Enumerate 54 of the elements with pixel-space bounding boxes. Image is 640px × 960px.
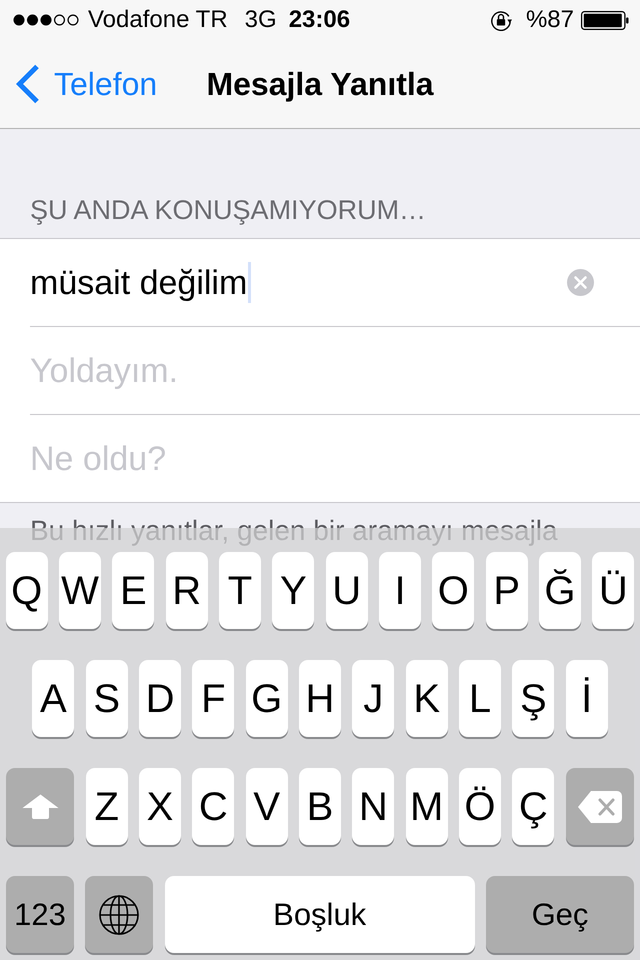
letter-key[interactable]: L	[458, 660, 501, 737]
letter-key[interactable]: Ç	[512, 768, 554, 845]
carrier-name: Vodafone TR	[88, 6, 228, 34]
letter-key[interactable]: V	[246, 768, 288, 845]
letter-key[interactable]: Ü	[592, 552, 634, 629]
section-header: ŞU ANDA KONUŞAMIYORUM…	[30, 194, 426, 226]
letter-key[interactable]: F	[192, 660, 234, 737]
battery-percentage: %87	[526, 6, 574, 34]
letter-key[interactable]: Z	[86, 768, 128, 845]
letter-key[interactable]: N	[352, 768, 394, 845]
rotation-lock-icon	[490, 9, 512, 31]
letter-key[interactable]: T	[219, 552, 262, 629]
signal-icon	[13, 14, 80, 26]
globe-key[interactable]	[85, 876, 154, 953]
letter-key[interactable]: G	[246, 660, 288, 737]
letter-key[interactable]: U	[326, 552, 368, 629]
letter-key[interactable]: A	[32, 660, 74, 737]
letter-key[interactable]: H	[299, 660, 341, 737]
backspace-icon	[578, 790, 622, 822]
numbers-key[interactable]: 123	[6, 876, 74, 953]
letter-key[interactable]: Ğ	[538, 552, 581, 629]
screen-title: Mesajla Yanıtla	[206, 65, 434, 104]
letter-key[interactable]: P	[486, 552, 528, 629]
letter-key[interactable]: E	[112, 552, 154, 629]
letter-key[interactable]: B	[299, 768, 341, 845]
back-button[interactable]: Telefon	[0, 64, 162, 104]
clear-icon[interactable]	[567, 269, 594, 296]
backspace-key[interactable]	[566, 768, 634, 845]
letter-key[interactable]: Q	[6, 552, 48, 629]
letter-key[interactable]: O	[432, 552, 474, 629]
letter-key[interactable]: S	[86, 660, 128, 737]
letter-key[interactable]: R	[166, 552, 208, 629]
letter-key[interactable]: Y	[272, 552, 314, 629]
letter-key[interactable]: Ö	[458, 768, 501, 845]
network-type: 3G	[244, 6, 277, 34]
return-key[interactable]: Geç	[486, 876, 634, 953]
clock-time: 23:06	[288, 6, 350, 34]
letter-key[interactable]: Ş	[512, 660, 554, 737]
shift-key[interactable]	[6, 768, 74, 845]
letter-key[interactable]: I	[379, 552, 421, 629]
battery-icon	[581, 10, 629, 30]
letter-key[interactable]: X	[139, 768, 182, 845]
letter-key[interactable]: C	[192, 768, 234, 845]
letter-key[interactable]: W	[59, 552, 102, 629]
shift-icon	[22, 794, 59, 819]
letter-key[interactable]: M	[406, 768, 448, 845]
space-key[interactable]: Boşluk	[164, 876, 475, 953]
letter-key[interactable]: K	[406, 660, 448, 737]
letter-key[interactable]: İ	[566, 660, 608, 737]
globe-icon	[99, 894, 140, 934]
footer-text: Bu hızlı yanıtlar, gelen bir aramayı mesajla	[29, 514, 559, 548]
chevron-left-icon	[16, 64, 40, 104]
letter-key[interactable]: D	[139, 660, 182, 737]
letter-key[interactable]: J	[352, 660, 394, 737]
